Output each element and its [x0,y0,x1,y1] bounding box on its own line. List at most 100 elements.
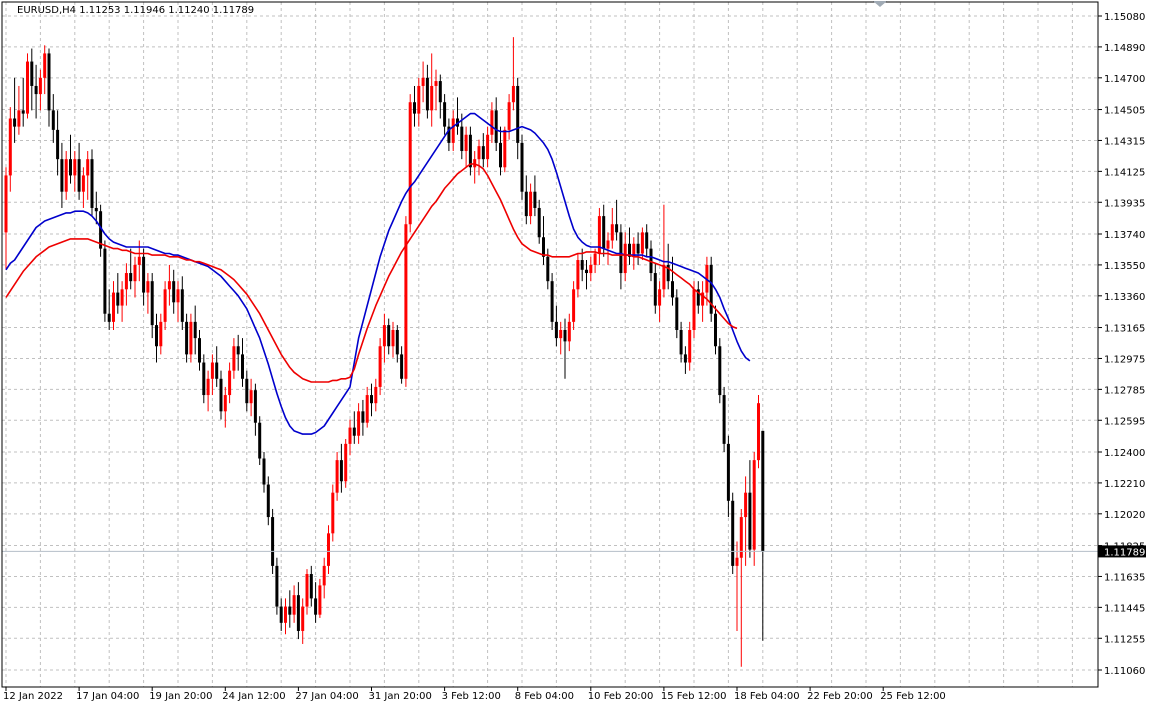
candle-body [193,321,197,339]
candle-body [365,395,369,423]
candle-body [56,129,60,160]
price-chart[interactable]: 1.15080 1.14890 1.14700 1.14505 1.14315 1.141… [0,0,1152,704]
candle-body [464,134,468,152]
candle-body [13,118,17,127]
candle-body [731,500,735,566]
candle-body [554,321,558,339]
candle-body [34,85,38,95]
candle-body [679,329,683,355]
candle-body [537,207,541,238]
candle-body [159,321,163,347]
candle-body [400,354,404,379]
candle-body [378,346,382,387]
candle-body [43,53,47,78]
candle-body [124,273,128,290]
candle-body [198,338,201,363]
y-tick-label: 1.15080 [1104,12,1145,23]
candle-body [692,289,696,330]
candle-body [580,260,584,270]
candle-body [38,77,42,95]
candle-body [645,232,649,249]
y-tick-label: 1.11635 [1104,572,1145,583]
candle-body [4,175,8,233]
candle-body [370,395,373,404]
candle-body [206,378,210,396]
current-price-label: 1.11789 [1104,547,1145,558]
y-tick-label: 1.13740 [1104,230,1145,241]
candle-body [683,354,687,363]
candle-body [17,110,21,127]
candle-body [8,118,12,176]
candle-body [451,118,455,143]
chart-header-text: EURUSD,H4 1.11253 1.11946 1.11240 1.1178… [17,5,254,16]
candle-body [296,595,300,631]
candle-body [331,492,335,534]
candle-body [322,565,326,586]
candle-body [443,102,447,127]
candle-body [77,159,81,192]
candle-body [722,395,726,444]
candle-body [335,460,339,493]
candle-body [215,362,219,379]
candle-body [258,422,262,459]
candle-body [408,102,412,225]
candle-body [516,85,520,143]
x-tick-label: 19 Jan 20:00 [149,691,212,702]
candle-body [507,102,511,130]
candle-body [490,110,494,135]
candle-body [112,292,115,322]
candle-body [245,378,249,404]
candle-body [752,460,756,550]
candle-body [391,329,395,347]
candle-body [219,378,223,412]
candle-body [602,216,606,249]
x-tick-label: 15 Feb 12:00 [661,691,727,702]
candle-body [529,191,533,217]
candle-body [361,411,365,423]
x-tick-label: 22 Feb 20:00 [807,691,873,702]
candle-body [262,458,266,485]
candle-body [589,264,593,274]
candle-body [593,253,597,265]
x-tick-label: 12 Jan 2022 [3,691,63,702]
candle-body [94,207,98,212]
candle-body [103,248,107,314]
x-tick-label: 3 Feb 12:00 [442,691,501,702]
candle-body [301,606,305,631]
candle-body [524,191,528,217]
candle-body [572,289,576,322]
y-tick-label: 1.13165 [1104,324,1145,335]
candle-body [735,557,739,566]
chart-window[interactable]: 1.15080 1.14890 1.14700 1.14505 1.14315 1.141… [0,0,1152,704]
candle-body [688,329,692,363]
candle-body [503,129,507,168]
candle-body [241,354,244,379]
candle-body [623,243,627,274]
candle-body [137,256,141,265]
candle-body [116,292,120,306]
y-tick-label: 1.14700 [1104,74,1145,85]
candle-body [417,85,421,114]
candle-body [542,237,545,257]
candle-body [60,159,64,192]
candle-body [744,492,748,518]
candle-body [90,159,94,208]
y-tick-label: 1.11255 [1104,634,1145,645]
candle-body [86,159,90,176]
candle-body [133,264,137,282]
candle-body [533,191,537,208]
y-tick-label: 1.11060 [1104,666,1145,677]
candle-body [232,346,236,371]
candle-body [129,273,133,282]
candle-body [253,390,257,423]
candle-body [64,159,68,192]
x-tick-label: 25 Feb 12:00 [880,691,946,702]
y-tick-label: 1.14505 [1104,106,1145,117]
candle-body [486,134,490,160]
y-tick-label: 1.14315 [1104,136,1145,147]
x-tick-label: 31 Jan 20:00 [369,691,432,702]
x-tick-label: 24 Jan 12:00 [222,691,285,702]
candle-body [266,484,270,518]
candle-body [494,110,498,143]
candle-body [615,224,619,233]
